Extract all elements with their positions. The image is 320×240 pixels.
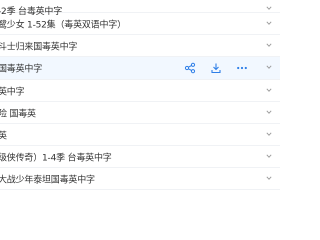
list-item[interactable]: 险 国毒英 xyxy=(0,102,280,124)
file-name[interactable]: 鹭少女 1-52集（毒英双语中字） xyxy=(0,17,126,30)
chevron-down-icon[interactable] xyxy=(266,175,272,181)
chevron-down-icon[interactable] xyxy=(266,153,272,159)
file-name[interactable]: 斗士归来国毒英中字 xyxy=(0,39,77,52)
list-item[interactable]: 国毒英中字 xyxy=(0,57,280,80)
more-icon[interactable] xyxy=(236,62,248,74)
file-name[interactable]: 险 国毒英 xyxy=(0,106,36,119)
file-name[interactable]: 大战少年泰坦国毒英中字 xyxy=(0,172,95,185)
row-actions xyxy=(184,62,248,74)
file-name[interactable]: 国毒英中字 xyxy=(0,62,42,75)
list-item[interactable]: 英 xyxy=(0,124,280,146)
file-name[interactable]: 英中字 xyxy=(0,84,25,97)
file-name[interactable]: 英 xyxy=(0,128,7,141)
list-item[interactable]: 大战少年泰坦国毒英中字 xyxy=(0,168,280,190)
chevron-down-icon[interactable] xyxy=(266,5,272,11)
chevron-down-icon[interactable] xyxy=(266,64,272,70)
chevron-down-icon[interactable] xyxy=(266,87,272,93)
list-item[interactable]: 鹭少女 1-52集（毒英双语中字） xyxy=(0,13,280,35)
list-item[interactable]: 斗士归来国毒英中字 xyxy=(0,35,280,57)
chevron-down-icon[interactable] xyxy=(266,20,272,26)
list-item[interactable]: 英中字 xyxy=(0,80,280,102)
share-icon[interactable] xyxy=(184,62,196,74)
chevron-down-icon[interactable] xyxy=(266,131,272,137)
chevron-down-icon[interactable] xyxy=(266,109,272,115)
list-item[interactable]: 级侠传奇）1-4季 台毒英中字 xyxy=(0,146,280,168)
file-list: -2季 台毒英中字 鹭少女 1-52集（毒英双语中字） 斗士归来国毒英中字 国毒… xyxy=(0,0,280,190)
list-item[interactable]: -2季 台毒英中字 xyxy=(0,0,280,17)
download-icon[interactable] xyxy=(210,62,222,74)
chevron-down-icon[interactable] xyxy=(266,42,272,48)
file-name[interactable]: 级侠传奇）1-4季 台毒英中字 xyxy=(0,150,112,163)
